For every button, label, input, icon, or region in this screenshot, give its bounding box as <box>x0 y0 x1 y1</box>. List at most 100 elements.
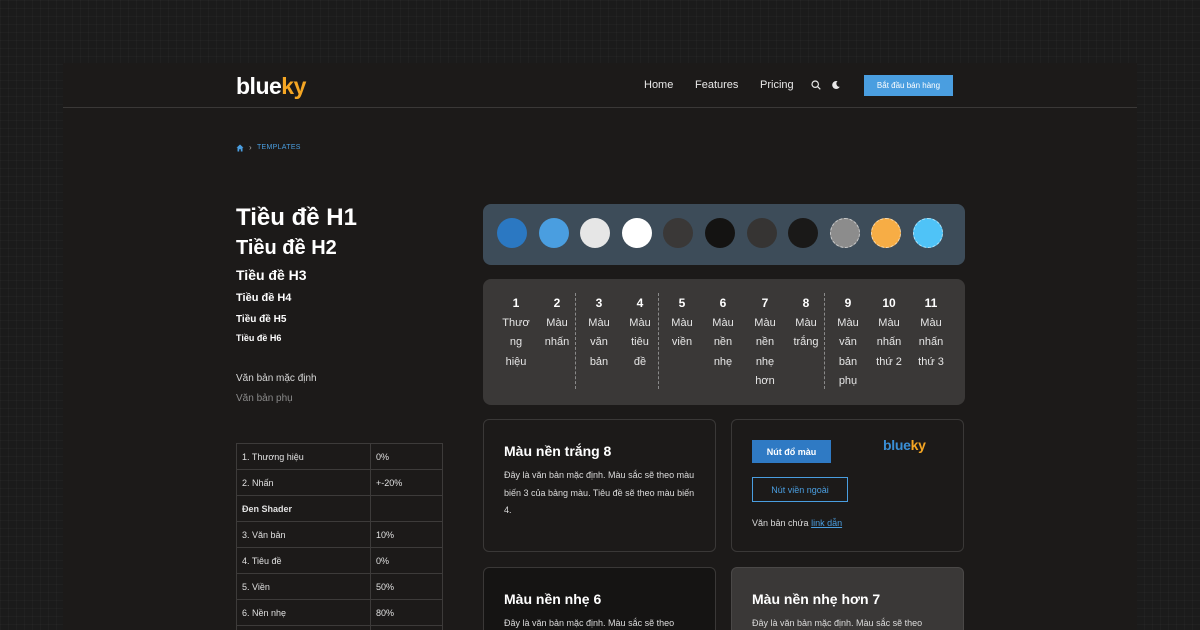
legend-label-line: viền <box>671 336 693 348</box>
legend-number: 5 <box>678 296 686 310</box>
shader-value: 50% <box>370 573 443 600</box>
card-body: Đây là văn bản mặc định. Màu sắc sẽ theo… <box>504 470 695 515</box>
nav-features[interactable]: Features <box>695 79 738 91</box>
shader-value <box>370 625 443 630</box>
site-header: blueky Home Features Pricing Bắt đầu bán… <box>63 63 1137 108</box>
heading-h5: Tiều đề H5 <box>236 314 287 325</box>
start-selling-button[interactable]: Bắt đầu bán hàng <box>864 75 953 96</box>
link-prefix: Văn bản chứa <box>752 518 812 528</box>
search-icon[interactable] <box>811 80 821 90</box>
legend-label-line: văn <box>590 336 608 348</box>
nav-pricing[interactable]: Pricing <box>760 79 794 91</box>
shader-label: 6. Nền nhẹ <box>236 599 371 626</box>
legend-label-line: Màu <box>795 316 817 329</box>
legend-number: 3 <box>595 296 603 310</box>
heading-h6: Tiều đề H6 <box>236 333 282 343</box>
legend-label-line: hiệu <box>505 355 527 368</box>
legend-label-line: nền <box>755 336 775 348</box>
legend-label-line: Màu <box>712 316 734 329</box>
legend-label-line: Màu <box>837 316 859 329</box>
color-swatch-panel <box>483 204 965 265</box>
table-row: 4. Tiêu đề 0% <box>236 547 443 574</box>
nav-home[interactable]: Home <box>644 79 673 91</box>
legend-number: 7 <box>761 296 769 310</box>
legend-item: 3 Màu văn bản <box>579 294 619 372</box>
legend-label-line: thứ 2 <box>876 355 902 368</box>
legend-number: 6 <box>719 296 727 310</box>
card-lighter-bg: Màu nền nhẹ hơn 7 Đây là văn bản mặc địn… <box>731 567 964 630</box>
outline-button[interactable]: Nút viền ngoài <box>752 477 848 502</box>
legend-item: 7 Màu nền nhẹ hơn <box>745 294 785 392</box>
legend-label-line: thứ 3 <box>918 355 944 368</box>
link-text-line: Văn bản chứa link dẫn <box>752 518 842 528</box>
legend-number: 1 <box>512 296 520 310</box>
site-logo[interactable]: blueky <box>236 73 306 100</box>
legend-divider <box>575 293 576 389</box>
shader-label: Đen Shader <box>236 495 371 522</box>
legend-label-line: Màu <box>920 316 942 329</box>
logo-text: blue <box>236 73 282 99</box>
legend-label-line: Màu <box>671 316 693 329</box>
secondary-text: Văn bản phụ <box>236 393 293 404</box>
legend-item: 9 Màu văn bản phụ <box>828 294 868 392</box>
legend-item: 1 Thươ ng hiệu <box>496 294 536 372</box>
legend-number: 4 <box>636 296 644 310</box>
card-body: Đây là văn bản mặc định. Màu sắc sẽ theo <box>752 618 923 628</box>
legend-label-line: phụ <box>838 375 858 387</box>
color-legend-panel: 1 Thươ ng hiệu 2 Màu nhấn 3 Màu văn bản 4 Màu tiêu đề 5… <box>483 279 965 405</box>
legend-divider <box>824 293 825 389</box>
sample-link[interactable]: link dẫn <box>811 518 842 528</box>
legend-number: 10 <box>882 296 896 310</box>
legend-label-line: nhẹ <box>713 355 733 368</box>
shader-value: 0% <box>370 443 443 470</box>
card-logo: blueky <box>883 437 926 453</box>
color-swatch <box>913 218 943 248</box>
shader-table: 1. Thương hiệu 0% 2. Nhấn +-20% Đen Shader 3.… <box>236 443 443 630</box>
legend-label-line: Màu <box>878 316 900 329</box>
page-frame: blueky Home Features Pricing Bắt đầu bán… <box>63 63 1137 630</box>
legend-number: 11 <box>924 296 938 310</box>
shader-label: 5. Viền <box>236 573 371 600</box>
card-title: Màu nền trắng 8 <box>504 443 612 459</box>
moon-icon[interactable] <box>831 80 841 90</box>
home-icon[interactable] <box>236 144 244 152</box>
card-white-bg: Màu nền trắng 8 Đây là văn bản mặc định.… <box>483 419 716 552</box>
legend-label-line: Màu <box>754 316 776 329</box>
card-buttons: Nút đổ màu Nút viền ngoài blueky Văn bản… <box>731 419 964 552</box>
shader-label: 2. Nhấn <box>236 469 371 496</box>
logo-accent: ky <box>910 437 926 453</box>
legend-label-line: nhấn <box>544 336 570 348</box>
card-body: Đây là văn bản mặc định. Màu sắc sẽ theo <box>504 618 675 628</box>
chevron-right-icon: › <box>249 143 252 152</box>
legend-label-line: bản <box>589 355 609 368</box>
color-swatch <box>538 218 569 248</box>
gradient-button[interactable]: Nút đổ màu <box>752 440 831 463</box>
table-row: 1. Thương hiệu 0% <box>236 443 443 470</box>
color-swatch <box>788 218 819 248</box>
shader-value: 0% <box>370 547 443 574</box>
legend-item: 4 Màu tiêu đề <box>620 294 660 372</box>
color-swatch <box>580 218 611 248</box>
legend-label-line: nhẹ <box>755 355 775 368</box>
logo-accent: ky <box>281 73 306 99</box>
logo-text: blue <box>883 437 911 453</box>
shader-value: +-20% <box>370 469 443 496</box>
legend-item: 6 Màu nền nhẹ <box>703 294 743 372</box>
table-row: 5. Viền 50% <box>236 573 443 600</box>
heading-h4: Tiều đề H4 <box>236 292 292 304</box>
breadcrumb-current[interactable]: TEMPLATES <box>257 144 301 151</box>
legend-label-line: hơn <box>755 375 775 387</box>
default-text: Văn bản mặc định <box>236 373 317 384</box>
legend-label-line: Màu <box>546 316 568 329</box>
legend-label-line: đề <box>633 355 647 368</box>
legend-divider <box>658 293 659 389</box>
shader-label <box>236 625 371 630</box>
table-row: 2. Nhấn +-20% <box>236 469 443 496</box>
legend-item: 11 Màu nhấn thứ 3 <box>911 294 951 372</box>
color-swatch <box>497 218 527 248</box>
legend-label-line: bản <box>838 355 858 368</box>
table-row <box>236 625 443 630</box>
table-row: Đen Shader <box>236 495 443 522</box>
legend-label-line: tiêu <box>631 336 649 348</box>
card-light-bg: Màu nền nhẹ 6 Đây là văn bản mặc định. M… <box>483 567 716 630</box>
